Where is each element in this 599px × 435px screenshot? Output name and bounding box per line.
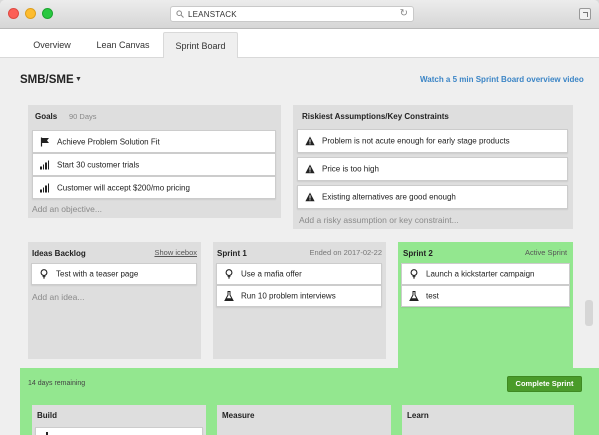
fullscreen-icon[interactable] bbox=[579, 8, 591, 20]
build-card[interactable] bbox=[35, 427, 203, 435]
goals-panel: Goals 90 Days Achieve Problem Solution F… bbox=[28, 105, 281, 218]
caret-down-icon[interactable]: ▼ bbox=[75, 76, 82, 83]
ideas-backlog-title: Ideas Backlog bbox=[32, 249, 86, 258]
add-objective-input[interactable]: Add an objective... bbox=[32, 204, 102, 214]
browser-titlebar: LEANSTACK ↻ bbox=[0, 0, 599, 29]
warning-icon bbox=[305, 136, 315, 146]
sprint-1-status: Ended on 2017-02-22 bbox=[309, 248, 382, 257]
reload-icon[interactable]: ↻ bbox=[400, 8, 408, 19]
goal-text: Start 30 customer trials bbox=[57, 160, 140, 169]
sprint-card-text: Run 10 problem interviews bbox=[241, 291, 336, 301]
lightbulb-icon bbox=[409, 269, 419, 279]
signal-bars-icon bbox=[40, 183, 50, 192]
complete-sprint-button[interactable]: Complete Sprint bbox=[507, 376, 582, 392]
flag-icon bbox=[40, 137, 50, 147]
overview-video-link[interactable]: Watch a 5 min Sprint Board overview vide… bbox=[420, 75, 584, 84]
risk-card[interactable]: Problem is not acute enough for early st… bbox=[297, 129, 568, 153]
sprint-card[interactable]: Launch a kickstarter campaign bbox=[401, 263, 570, 285]
sprint-board: SMB/SME ▼ Watch a 5 min Sprint Board ove… bbox=[0, 58, 599, 435]
warning-icon bbox=[305, 164, 315, 174]
learn-title: Learn bbox=[407, 411, 429, 420]
risks-title: Riskiest Assumptions/Key Constraints bbox=[302, 112, 449, 121]
measure-column: Measure bbox=[217, 405, 391, 435]
sprint-card-text: test bbox=[426, 291, 439, 301]
sprint-card-text: Launch a kickstarter campaign bbox=[426, 269, 535, 279]
risk-text: Existing alternatives are good enough bbox=[322, 192, 456, 202]
goals-title: Goals bbox=[35, 112, 58, 121]
learn-column: Learn bbox=[402, 405, 574, 435]
sprint-card-text: Use a mafia offer bbox=[241, 269, 302, 279]
risk-text: Price is too high bbox=[322, 164, 379, 174]
address-url: LEANSTACK bbox=[188, 10, 237, 19]
zoom-window-button[interactable] bbox=[42, 8, 53, 19]
tab-overview[interactable]: Overview bbox=[21, 32, 83, 58]
goals-timeframe: 90 Days bbox=[69, 112, 97, 121]
risk-text: Problem is not acute enough for early st… bbox=[322, 136, 510, 146]
ideas-backlog-panel: Ideas Backlog Show icebox Test with a te… bbox=[28, 242, 201, 359]
risk-card[interactable]: Price is too high bbox=[297, 157, 568, 181]
sprint-1-title: Sprint 1 bbox=[217, 249, 247, 258]
build-title: Build bbox=[37, 411, 57, 420]
app-navigation: Overview Lean Canvas Sprint Board bbox=[0, 29, 599, 59]
risks-panel: Riskiest Assumptions/Key Constraints Pro… bbox=[293, 105, 573, 229]
sprint-2-title: Sprint 2 bbox=[403, 249, 433, 258]
browser-window: LEANSTACK ↻ Overview Lean Canvas Sprint … bbox=[0, 0, 599, 435]
add-idea-input[interactable]: Add an idea... bbox=[32, 292, 84, 302]
sprint-card[interactable]: Use a mafia offer bbox=[216, 263, 382, 285]
sprint-card[interactable]: Run 10 problem interviews bbox=[216, 285, 382, 307]
sprint-card[interactable]: test bbox=[401, 285, 570, 307]
goal-text: Customer will accept $200/mo pricing bbox=[57, 183, 190, 192]
tab-lean-canvas[interactable]: Lean Canvas bbox=[87, 32, 159, 58]
goal-card[interactable]: Customer will accept $200/mo pricing bbox=[32, 176, 276, 199]
days-remaining: 14 days remaining bbox=[28, 380, 86, 387]
idea-card[interactable]: Test with a teaser page bbox=[31, 263, 197, 285]
add-risk-input[interactable]: Add a risky assumption or key constraint… bbox=[299, 215, 459, 225]
lightbulb-icon bbox=[224, 269, 234, 279]
flask-icon bbox=[224, 291, 234, 301]
sprint-1-panel: Sprint 1 Ended on 2017-02-22 Use a mafia… bbox=[213, 242, 386, 359]
horizontal-scroll-handle[interactable] bbox=[585, 300, 593, 326]
tab-sprint-board[interactable]: Sprint Board bbox=[163, 32, 238, 59]
goal-text: Achieve Problem Solution Fit bbox=[57, 137, 160, 146]
show-icebox-link[interactable]: Show icebox bbox=[154, 248, 197, 257]
segment-selector[interactable]: SMB/SME bbox=[20, 74, 74, 86]
build-column: Build bbox=[32, 405, 206, 435]
minimize-window-button[interactable] bbox=[25, 8, 36, 19]
address-bar[interactable]: LEANSTACK ↻ bbox=[170, 6, 414, 22]
risk-card[interactable]: Existing alternatives are good enough bbox=[297, 185, 568, 209]
lightbulb-icon bbox=[39, 269, 49, 279]
signal-bars-icon bbox=[40, 160, 50, 169]
flask-icon bbox=[409, 291, 419, 301]
warning-icon bbox=[305, 192, 315, 202]
goal-card[interactable]: Achieve Problem Solution Fit bbox=[32, 130, 276, 153]
search-icon bbox=[176, 10, 184, 20]
measure-title: Measure bbox=[222, 411, 255, 420]
idea-text: Test with a teaser page bbox=[56, 269, 139, 279]
close-window-button[interactable] bbox=[8, 8, 19, 19]
goal-card[interactable]: Start 30 customer trials bbox=[32, 153, 276, 176]
sprint-2-status: Active Sprint bbox=[525, 248, 568, 257]
